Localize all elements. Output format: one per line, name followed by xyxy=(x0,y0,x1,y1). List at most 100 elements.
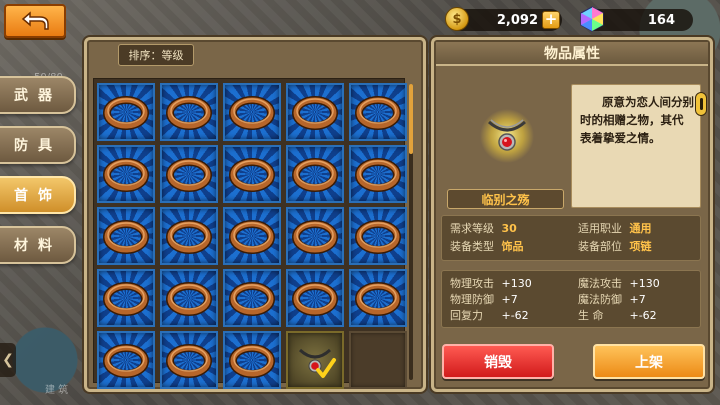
stat-value: +-62 xyxy=(501,309,529,322)
ring-icon xyxy=(103,158,149,192)
inventory-slot-ring[interactable] xyxy=(223,331,281,389)
back-arrow-icon xyxy=(21,11,49,30)
ring-icon xyxy=(103,96,149,130)
inventory-slot-ring[interactable] xyxy=(97,145,155,203)
inventory-slot-ring[interactable] xyxy=(223,145,281,203)
ring-icon xyxy=(166,282,212,316)
chevron-left-icon[interactable]: ❮ xyxy=(0,343,16,377)
stat-row: 生 命 +-62 xyxy=(578,308,657,324)
scrollbar-thumb[interactable] xyxy=(409,84,413,154)
gem-icon xyxy=(580,6,604,32)
gem-counter: 164 xyxy=(580,6,693,32)
inventory-slot-ring[interactable] xyxy=(349,207,407,265)
job-value: 通用 xyxy=(629,222,652,235)
panel-title: 物品属性 xyxy=(436,42,708,66)
inventory-slot-ring[interactable] xyxy=(160,145,218,203)
inventory-slot-ring[interactable] xyxy=(286,145,344,203)
item-description: 原意为恋人间分别时的相赠之物，其代表着挚爱之情。 xyxy=(571,84,701,208)
inventory-slot-ring[interactable] xyxy=(160,269,218,327)
req-level-label: 需求等级 xyxy=(450,222,494,235)
gold-counter: $ 2,092 + xyxy=(445,7,562,31)
type-label: 装备类型 xyxy=(450,240,494,253)
ring-icon xyxy=(229,158,275,192)
ring-icon xyxy=(229,96,275,130)
ring-icon xyxy=(103,220,149,254)
stat-row: 魔法攻击 +130 xyxy=(578,276,660,292)
stat-value: +7 xyxy=(501,293,518,306)
tab-armor[interactable]: 防具 xyxy=(0,126,76,164)
stat-value: +130 xyxy=(629,277,660,290)
add-gold-button[interactable]: + xyxy=(542,11,560,29)
item-stats-box: 物理攻击 +130 魔法攻击 +130 物理防御 +7 魔法防御 +7 回复力 … xyxy=(441,270,701,328)
item-details-box: 需求等级 30 适用职业 通用 装备类型 饰品 装备部位 项链 xyxy=(441,215,701,261)
description-scroll-handle[interactable] xyxy=(695,92,707,116)
inventory-slot-ring[interactable] xyxy=(286,207,344,265)
inventory-slot-ring[interactable] xyxy=(160,83,218,141)
sort-button[interactable]: 排序：等级 xyxy=(118,44,194,66)
tab-label: 材料 xyxy=(14,238,62,254)
inventory-slot-ring[interactable] xyxy=(160,207,218,265)
ring-icon xyxy=(355,220,401,254)
stat-label: 生 命 xyxy=(578,309,604,322)
ring-icon xyxy=(166,96,212,130)
stat-row: 物理防御 +7 xyxy=(450,292,518,308)
item-name: 临别之殇 xyxy=(447,189,564,209)
gold-coin-icon: $ xyxy=(445,7,469,31)
inventory-slot-ring[interactable] xyxy=(223,207,281,265)
tab-label: 首饰 xyxy=(14,188,62,204)
gem-amount: 164 xyxy=(647,12,675,28)
job-label: 适用职业 xyxy=(578,222,622,235)
destroy-button[interactable]: 销毁 xyxy=(442,344,554,379)
ring-icon xyxy=(292,96,338,130)
item-icon-box xyxy=(441,84,567,206)
stat-label: 物理防御 xyxy=(450,293,494,306)
inventory-slot-ring[interactable] xyxy=(97,83,155,141)
tab-weapons[interactable]: 武器 xyxy=(0,76,76,114)
stat-row: 物理攻击 +130 xyxy=(450,276,532,292)
stat-label: 物理攻击 xyxy=(450,277,494,290)
inventory-slot-ring[interactable] xyxy=(160,331,218,389)
ring-icon xyxy=(229,344,275,378)
inventory-slot-ring[interactable] xyxy=(349,83,407,141)
stat-row: 回复力 +-62 xyxy=(450,308,529,324)
job-row: 适用职业 通用 xyxy=(578,221,652,237)
stat-label: 魔法攻击 xyxy=(578,277,622,290)
inventory-slot-ring[interactable] xyxy=(223,83,281,141)
tab-jewelry[interactable]: 首饰 xyxy=(0,176,76,214)
inventory-slot-ring[interactable] xyxy=(97,331,155,389)
ring-icon xyxy=(166,344,212,378)
inventory-slot-empty[interactable] xyxy=(349,331,407,389)
ring-icon xyxy=(355,96,401,130)
ring-icon xyxy=(355,158,401,192)
inventory-grid xyxy=(97,83,407,389)
stat-value: +-62 xyxy=(629,309,657,322)
tab-materials[interactable]: 材料 xyxy=(0,226,76,264)
stat-value: +7 xyxy=(629,293,646,306)
back-button[interactable] xyxy=(4,4,66,38)
slot-label: 装备部位 xyxy=(578,240,622,253)
slot-value: 项链 xyxy=(629,240,652,253)
inventory-slot-ring[interactable] xyxy=(97,207,155,265)
gold-amount: 2,092 xyxy=(496,12,538,28)
stat-value: +130 xyxy=(501,277,532,290)
list-for-sale-button[interactable]: 上架 xyxy=(593,344,705,379)
slot-row: 装备部位 项链 xyxy=(578,239,652,255)
stat-label: 魔法防御 xyxy=(578,293,622,306)
inventory-scrollbar[interactable] xyxy=(409,84,413,380)
inventory-slot-selected[interactable] xyxy=(286,331,344,389)
ring-icon xyxy=(292,158,338,192)
tab-label: 武器 xyxy=(14,88,62,104)
ring-icon xyxy=(103,344,149,378)
inventory-slot-ring[interactable] xyxy=(349,145,407,203)
inventory-slot-ring[interactable] xyxy=(223,269,281,327)
inventory-slot-ring[interactable] xyxy=(349,269,407,327)
ring-icon xyxy=(292,282,338,316)
inventory-slot-ring[interactable] xyxy=(286,83,344,141)
necklace-icon xyxy=(480,109,534,163)
req-level-row: 需求等级 30 xyxy=(450,221,517,237)
type-row: 装备类型 饰品 xyxy=(450,239,524,255)
inventory-slot-ring[interactable] xyxy=(286,269,344,327)
req-level-value: 30 xyxy=(501,222,517,235)
stat-row: 魔法防御 +7 xyxy=(578,292,646,308)
inventory-slot-ring[interactable] xyxy=(97,269,155,327)
